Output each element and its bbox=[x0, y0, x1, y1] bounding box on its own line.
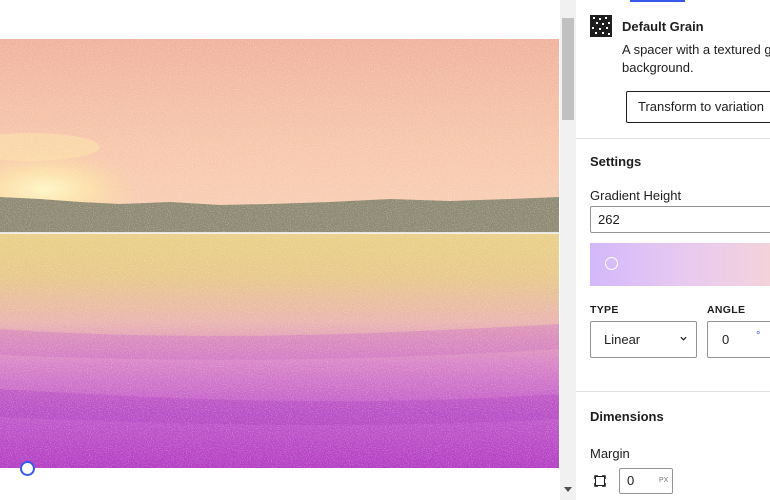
margin-sides-icon[interactable] bbox=[592, 473, 608, 489]
dimensions-heading[interactable]: Dimensions bbox=[590, 409, 664, 424]
sunset-grain-image bbox=[0, 39, 559, 468]
scroll-down-arrow-icon[interactable] bbox=[564, 487, 572, 492]
section-divider bbox=[576, 138, 770, 139]
gradient-type-select[interactable]: Linear bbox=[590, 321, 697, 358]
resize-handle[interactable] bbox=[20, 461, 35, 476]
section-divider bbox=[576, 391, 770, 392]
gradient-height-input[interactable]: 262 bbox=[590, 206, 770, 233]
gradient-angle-value: 0 bbox=[722, 332, 730, 347]
gradient-preview-bar[interactable] bbox=[590, 243, 770, 286]
angle-unit: ° bbox=[756, 330, 761, 342]
canvas-scrollbar[interactable] bbox=[560, 0, 576, 500]
margin-input[interactable]: 0 PX bbox=[619, 468, 673, 494]
block-title: Default Grain bbox=[622, 19, 704, 34]
active-tab-indicator bbox=[630, 0, 685, 2]
chevron-down-icon bbox=[680, 336, 687, 341]
grain-gradient-block[interactable] bbox=[0, 39, 559, 468]
block-settings-sidebar: Default Grain A spacer with a textured g… bbox=[576, 0, 770, 500]
margin-unit: PX bbox=[659, 477, 669, 484]
block-description: A spacer with a textured gradient backgr… bbox=[622, 42, 770, 75]
gradient-angle-input[interactable]: 0 ° bbox=[707, 321, 770, 358]
gradient-stop-handle[interactable] bbox=[605, 257, 618, 270]
transform-to-variation-button[interactable]: Transform to variation bbox=[626, 91, 770, 123]
editor-canvas bbox=[0, 0, 560, 500]
margin-label: Margin bbox=[590, 446, 630, 461]
grain-texture-icon bbox=[590, 15, 612, 37]
scrollbar-thumb[interactable] bbox=[562, 18, 574, 120]
gradient-type-value: Linear bbox=[604, 332, 641, 347]
gradient-type-label: TYPE bbox=[590, 304, 619, 316]
settings-heading[interactable]: Settings bbox=[590, 154, 641, 169]
block-boundary-line bbox=[0, 232, 559, 234]
gradient-angle-label: ANGLE bbox=[707, 304, 746, 316]
gradient-height-label: Gradient Height bbox=[590, 188, 682, 203]
margin-value: 0 bbox=[627, 473, 635, 488]
